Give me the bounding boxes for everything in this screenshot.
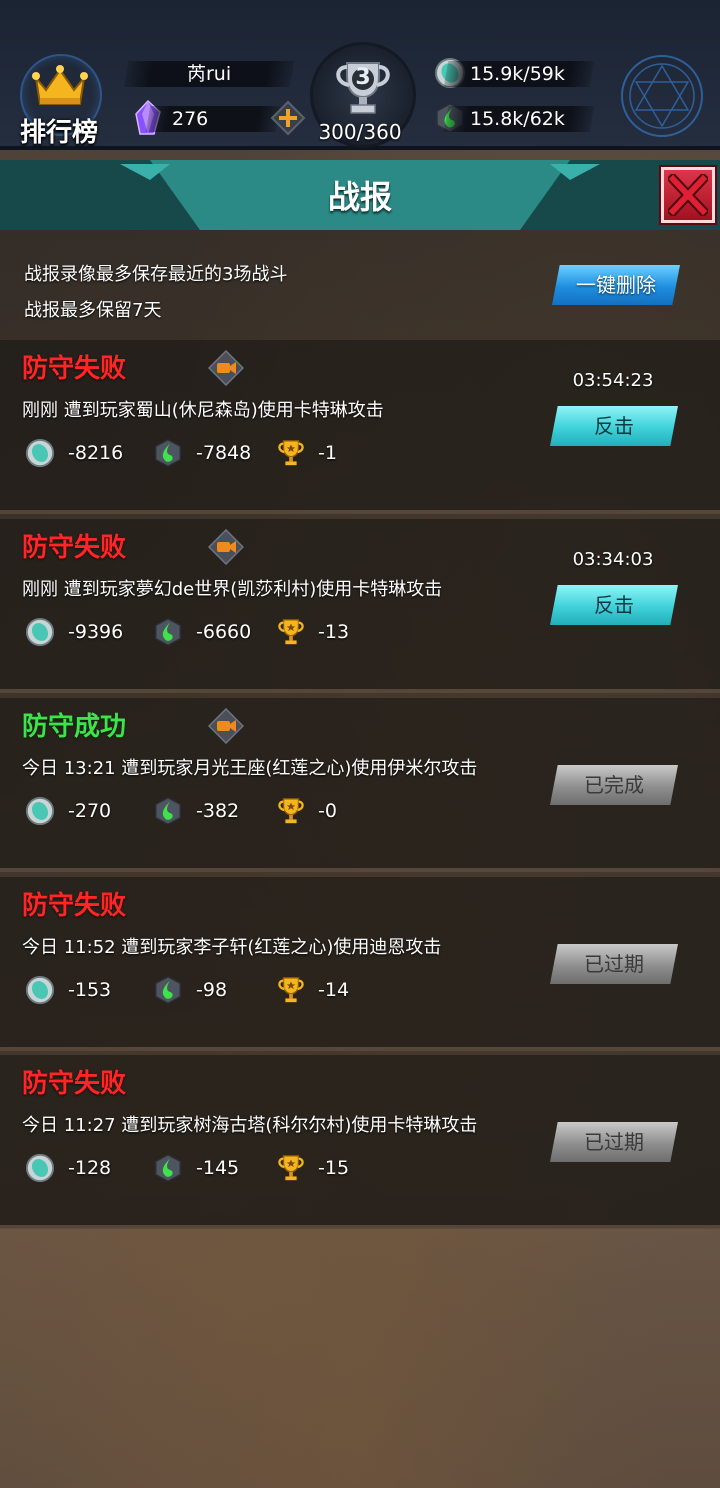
dialog-title: 战报 bbox=[327, 178, 392, 216]
leaderboard-button[interactable]: 排行榜 bbox=[12, 54, 108, 148]
elixir-drop-icon bbox=[153, 975, 183, 1009]
gold-lost: -270 bbox=[68, 800, 112, 822]
gold-amount-text: 15.9k/59k bbox=[470, 63, 565, 85]
card-divider bbox=[0, 1047, 720, 1051]
report-state-button[interactable]: 已过期 bbox=[550, 944, 678, 984]
report-status: 防守成功 bbox=[22, 712, 127, 742]
elixir-amount: 15.8k/62k bbox=[443, 106, 595, 132]
video-camera-icon[interactable] bbox=[207, 707, 245, 745]
trophy-icon bbox=[276, 796, 306, 830]
trophy-level: 3 bbox=[355, 65, 371, 90]
gold-lost: -9396 bbox=[68, 621, 124, 643]
report-description: 今日 11:27 遭到玩家树海古塔(科尔尔村)使用卡特琳攻击 bbox=[22, 1115, 478, 1136]
trophies-lost: -14 bbox=[318, 979, 350, 1001]
trophy-icon bbox=[276, 1153, 306, 1187]
elixir-drop-icon bbox=[153, 796, 183, 830]
gold-coin-icon bbox=[25, 796, 55, 830]
revenge-button[interactable]: 反击 bbox=[550, 585, 678, 625]
elixir-lost: -98 bbox=[196, 979, 228, 1001]
leaderboard-label: 排行榜 bbox=[20, 118, 99, 148]
elixir-lost: -7848 bbox=[196, 442, 252, 464]
elixir-drop-icon bbox=[153, 1153, 183, 1187]
report-card: 防守失败刚刚 遭到玩家夢幻de世界(凯莎利村)使用卡特琳攻击 -9396 -6660… bbox=[0, 519, 720, 693]
add-gems-icon[interactable] bbox=[270, 100, 306, 136]
elixir-drop-icon bbox=[153, 438, 183, 472]
gold-lost: -8216 bbox=[68, 442, 124, 464]
revenge-button[interactable]: 反击 bbox=[550, 406, 678, 446]
delete-all-button[interactable]: 一键删除 bbox=[552, 265, 680, 305]
info-line-retention: 战报最多保留7天 bbox=[24, 300, 162, 321]
video-camera-icon[interactable] bbox=[207, 349, 245, 387]
gem-count-text: 276 bbox=[172, 108, 209, 130]
trophy-icon bbox=[276, 617, 306, 651]
report-card: 防守失败刚刚 遭到玩家蜀山(休尼森岛)使用卡特琳攻击 -8216 -7848 -1 03… bbox=[0, 340, 720, 514]
elixir-amount-text: 15.8k/62k bbox=[470, 108, 565, 130]
gem-count: 276 bbox=[145, 106, 281, 132]
report-card: 防守失败今日 11:52 遭到玩家李子轩(红莲之心)使用迪恩攻击 -153 -98 -… bbox=[0, 877, 720, 1051]
trophies-lost: -13 bbox=[318, 621, 350, 643]
gold-lost: -128 bbox=[68, 1157, 112, 1179]
background-scene bbox=[0, 1228, 720, 1488]
report-description: 今日 11:52 遭到玩家李子轩(红莲之心)使用迪恩攻击 bbox=[22, 937, 442, 958]
report-card: 防守成功今日 13:21 遭到玩家月光王座(红莲之心)使用伊米尔攻击 -270 -3… bbox=[0, 698, 720, 872]
report-status: 防守失败 bbox=[22, 533, 127, 563]
report-description: 今日 13:21 遭到玩家月光王座(红莲之心)使用伊米尔攻击 bbox=[22, 758, 478, 779]
report-state-button[interactable]: 已完成 bbox=[550, 765, 678, 805]
gold-lost: -153 bbox=[68, 979, 112, 1001]
player-name-text: 芮rui bbox=[186, 63, 232, 85]
report-status: 防守失败 bbox=[22, 354, 127, 384]
trophies-lost: -1 bbox=[318, 442, 337, 464]
gold-amount: 15.9k/59k bbox=[443, 61, 595, 87]
elixir-lost: -145 bbox=[196, 1157, 240, 1179]
magic-circle-icon bbox=[621, 55, 703, 137]
report-state-button[interactable]: 已过期 bbox=[550, 1122, 678, 1162]
close-button[interactable] bbox=[661, 167, 715, 223]
crown-icon bbox=[32, 65, 88, 105]
elixir-lost: -382 bbox=[196, 800, 240, 822]
trophies-lost: -0 bbox=[318, 800, 337, 822]
trophy-icon bbox=[276, 975, 306, 1009]
video-camera-icon[interactable] bbox=[207, 528, 245, 566]
close-icon bbox=[668, 174, 708, 216]
player-name: 芮rui bbox=[123, 61, 295, 87]
info-line-replays: 战报录像最多保存最近的3场战斗 bbox=[24, 264, 288, 285]
elixir-lost: -6660 bbox=[196, 621, 252, 643]
gold-coin-icon bbox=[25, 617, 55, 651]
report-status: 防守失败 bbox=[22, 1069, 127, 1099]
trophy-progress: 300/360 bbox=[318, 120, 402, 144]
report-card: 防守失败今日 11:27 遭到玩家树海古塔(科尔尔村)使用卡特琳攻击 -128 -1… bbox=[0, 1055, 720, 1229]
gold-coin-icon bbox=[25, 438, 55, 472]
report-description: 刚刚 遭到玩家夢幻de世界(凯莎利村)使用卡特琳攻击 bbox=[22, 579, 443, 600]
card-divider bbox=[0, 510, 720, 514]
trophies-lost: -15 bbox=[318, 1157, 350, 1179]
trophy-icon bbox=[276, 438, 306, 472]
revenge-timer: 03:34:03 bbox=[572, 549, 654, 570]
report-description: 刚刚 遭到玩家蜀山(休尼森岛)使用卡特琳攻击 bbox=[22, 400, 384, 421]
report-status: 防守失败 bbox=[22, 891, 127, 921]
revenge-timer: 03:54:23 bbox=[572, 370, 654, 391]
gold-coin-icon bbox=[25, 1153, 55, 1187]
elixir-drop-icon bbox=[153, 617, 183, 651]
gold-coin-icon bbox=[25, 975, 55, 1009]
card-divider bbox=[0, 868, 720, 872]
card-divider bbox=[0, 689, 720, 693]
